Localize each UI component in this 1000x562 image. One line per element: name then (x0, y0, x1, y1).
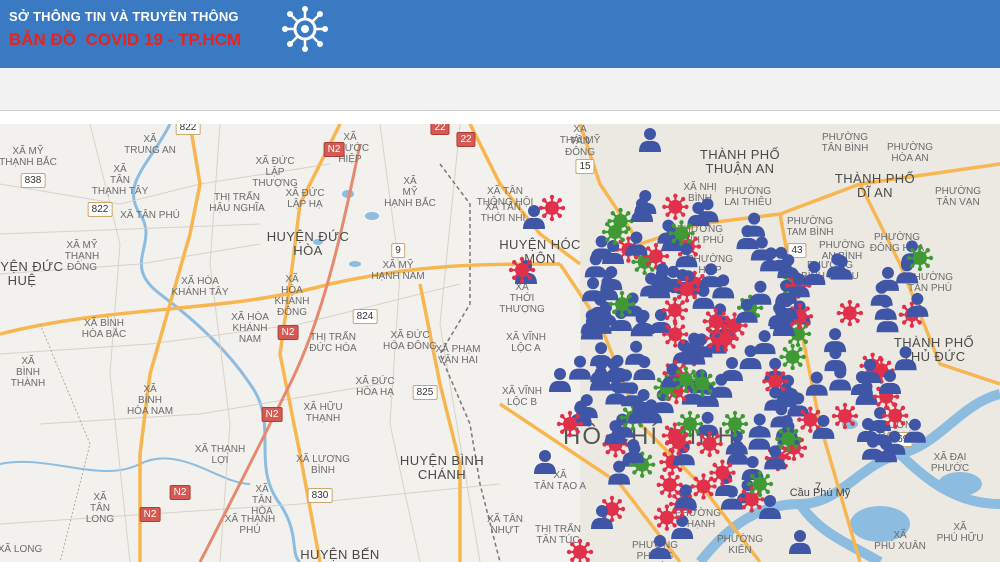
person-marker-icon[interactable] (743, 212, 766, 237)
person-marker-icon[interactable] (639, 128, 661, 152)
red-virus-marker-icon[interactable] (709, 459, 736, 486)
person-marker-icon[interactable] (906, 292, 929, 317)
organization-name: SỞ THÔNG TIN VÀ TRUYỀN THÔNG (9, 9, 239, 24)
case-markers-layer (508, 128, 934, 562)
green-virus-marker-icon[interactable] (721, 410, 749, 438)
green-virus-marker-icon[interactable] (672, 366, 700, 393)
red-virus-marker-icon[interactable] (690, 473, 717, 500)
person-marker-icon[interactable] (649, 535, 671, 559)
green-virus-marker-icon[interactable] (676, 410, 704, 438)
red-virus-marker-icon[interactable] (696, 430, 723, 458)
red-virus-marker-icon[interactable] (662, 321, 689, 348)
toolbar (0, 68, 1000, 111)
person-marker-icon[interactable] (903, 418, 926, 443)
green-virus-marker-icon[interactable] (906, 244, 934, 272)
person-marker-icon[interactable] (876, 266, 899, 291)
green-virus-marker-icon[interactable] (601, 218, 629, 246)
green-virus-marker-icon[interactable] (668, 220, 695, 247)
red-virus-marker-icon[interactable] (712, 325, 739, 352)
virus-logo-icon[interactable] (280, 4, 330, 54)
person-marker-icon[interactable] (789, 530, 811, 554)
person-marker-icon[interactable] (749, 280, 772, 305)
red-virus-marker-icon[interactable] (556, 410, 584, 438)
red-virus-marker-icon[interactable] (836, 299, 864, 327)
green-virus-marker-icon[interactable] (775, 425, 802, 453)
person-marker-icon[interactable] (534, 450, 556, 474)
green-virus-marker-icon[interactable] (689, 370, 716, 397)
red-virus-marker-icon[interactable] (882, 402, 909, 429)
red-virus-marker-icon[interactable] (656, 471, 683, 499)
app-header: SỞ THÔNG TIN VÀ TRUYỀN THÔNG BẢN ĐỒ COVI… (0, 0, 1000, 68)
map-view[interactable]: XÃ MỸ THẠNH BẮC XÃ TRUNG AN XÃ TÂN THẠNH… (0, 124, 1000, 562)
person-marker-icon[interactable] (753, 330, 776, 355)
red-virus-marker-icon[interactable] (538, 194, 566, 222)
red-virus-marker-icon[interactable] (566, 538, 594, 562)
red-virus-marker-icon[interactable] (662, 193, 689, 221)
person-marker-icon[interactable] (894, 346, 917, 371)
person-marker-icon[interactable] (569, 355, 592, 380)
app-title: BẢN ĐỒ COVID 19 - TP.HCM (9, 30, 242, 49)
green-virus-marker-icon[interactable] (779, 343, 806, 371)
red-virus-marker-icon[interactable] (508, 256, 536, 284)
red-virus-marker-icon[interactable] (661, 297, 689, 324)
red-virus-marker-icon[interactable] (673, 276, 701, 303)
red-virus-marker-icon[interactable] (653, 504, 681, 531)
red-virus-marker-icon[interactable] (831, 402, 859, 430)
person-marker-icon[interactable] (805, 371, 828, 396)
person-marker-icon[interactable] (803, 260, 826, 285)
person-marker-icon[interactable] (549, 368, 571, 392)
red-virus-marker-icon[interactable] (665, 429, 692, 456)
green-virus-marker-icon[interactable] (746, 470, 774, 498)
